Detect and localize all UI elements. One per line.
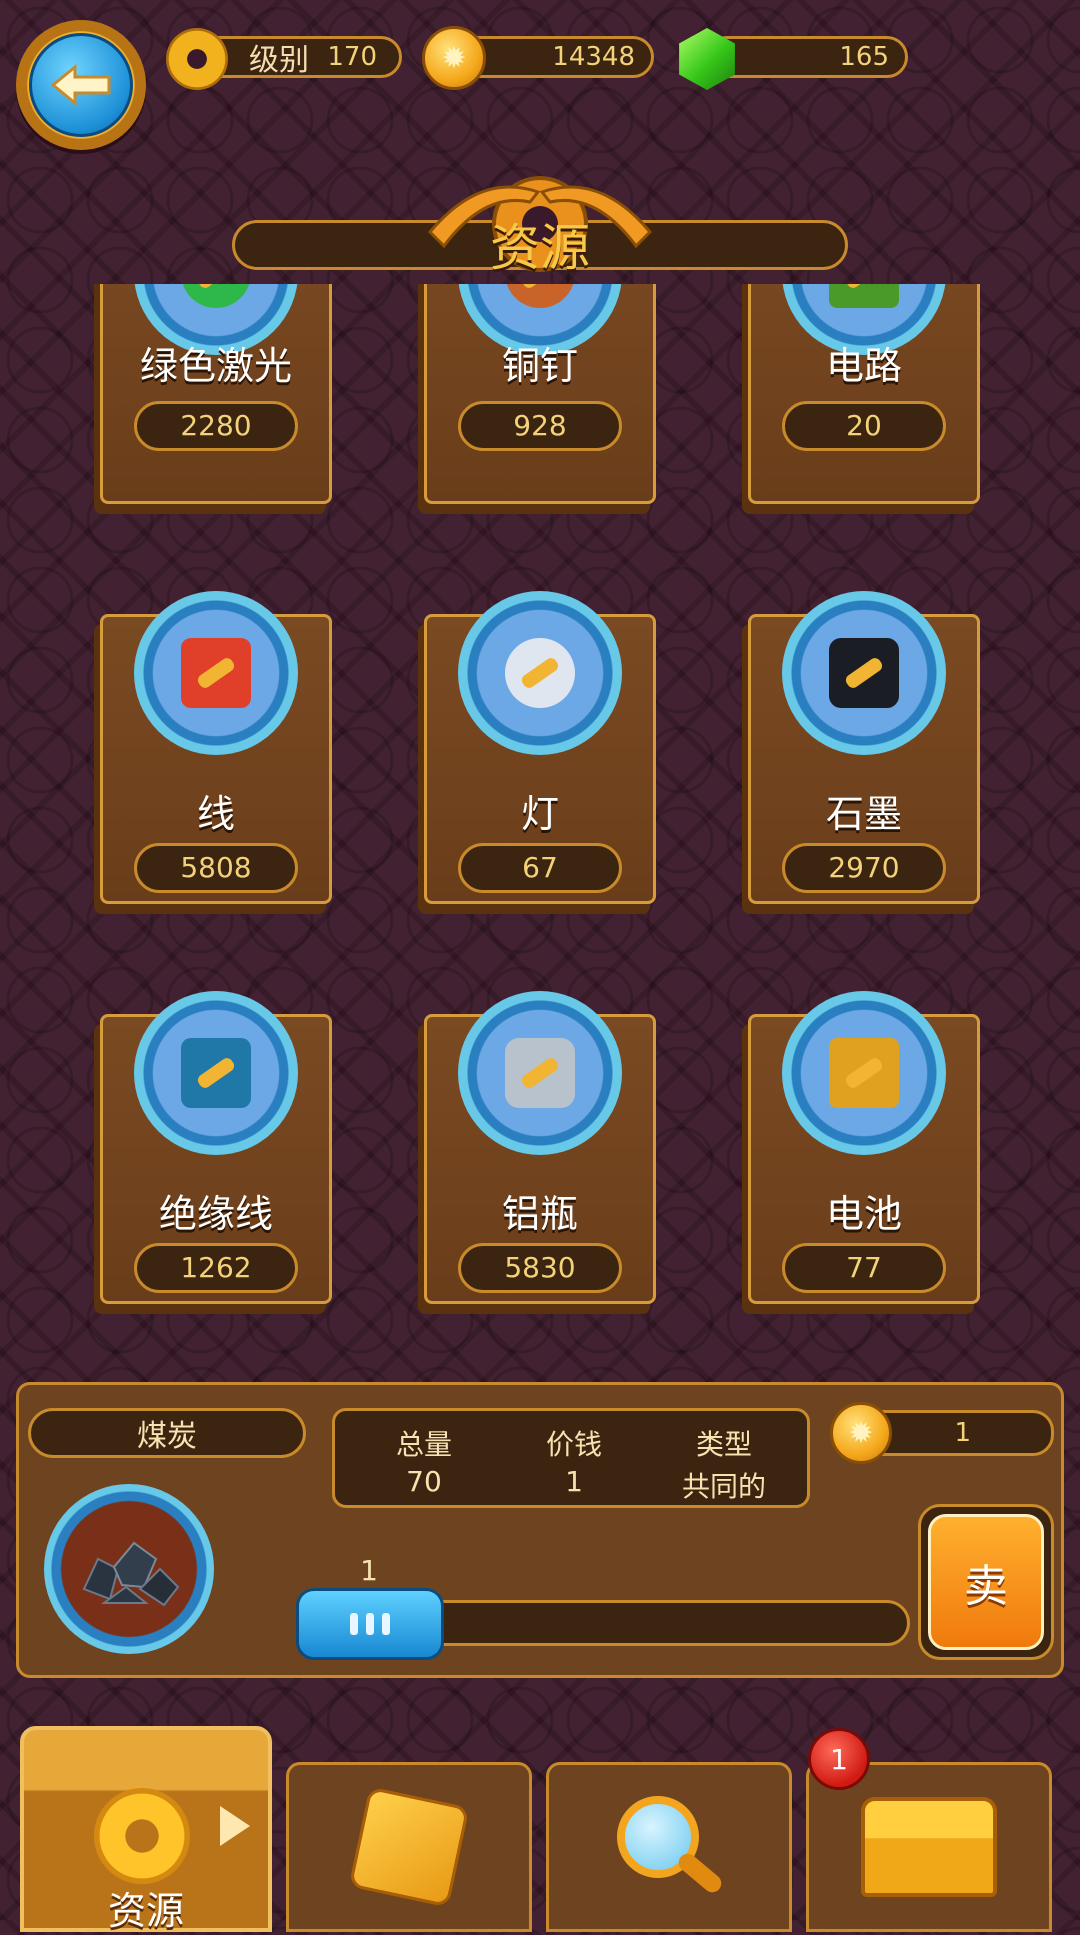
coins-value: 14348 (552, 42, 635, 72)
resource-card[interactable]: 绝缘线 1262 (100, 991, 332, 1304)
dice-icon (348, 1786, 470, 1908)
resource-count: 2970 (782, 843, 946, 893)
stat-price-label: 价钱 (545, 1428, 602, 1461)
resource-card[interactable]: 铜钉 928 (424, 284, 656, 504)
coin-icon: ✹ (422, 26, 486, 90)
resource-count: 928 (458, 401, 622, 451)
resource-name: 灯 (520, 792, 559, 836)
resource-card[interactable]: 铝瓶 5830 (424, 991, 656, 1304)
grip-icon (366, 1613, 374, 1635)
grip-icon (350, 1613, 358, 1635)
resource-name: 铝瓶 (501, 1192, 578, 1236)
thread-spool-icon (134, 591, 298, 755)
stat-total-value: 70 (406, 1465, 442, 1498)
aluminum-bottle-icon (458, 991, 622, 1155)
chest-icon (861, 1797, 997, 1897)
resource-card[interactable]: 电池 77 (748, 991, 980, 1304)
level-gear-icon (166, 28, 228, 90)
resource-count: 67 (458, 843, 622, 893)
stat-price-value: 1 (565, 1465, 583, 1498)
lightbulb-icon (458, 591, 622, 755)
graphite-icon (782, 591, 946, 755)
resource-count: 5808 (134, 843, 298, 893)
level-value: 170 (327, 42, 377, 72)
resource-count: 1262 (134, 1243, 298, 1293)
tab-dice[interactable] (286, 1762, 532, 1932)
stat-total-label: 总量 (395, 1428, 452, 1461)
magnifier-icon (609, 1792, 729, 1902)
resource-name: 电路 (825, 344, 902, 388)
back-arrow-icon (29, 33, 133, 137)
resource-name: 电池 (825, 1192, 902, 1236)
resource-card[interactable]: 线 5808 (100, 591, 332, 904)
level-label: 级别 (249, 43, 309, 78)
resource-name: 绝缘线 (158, 1192, 273, 1236)
gems-pill: 165 (706, 36, 908, 78)
stat-type-label: 类型 (695, 1428, 752, 1461)
back-button[interactable] (16, 20, 146, 150)
resource-count: 2280 (134, 401, 298, 451)
gems-value: 165 (839, 42, 889, 72)
resource-grid[interactable]: 绿色激光 2280 铜钉 928 电路 20 线 5808 灯 67 石墨 29… (0, 284, 1080, 1344)
resource-name: 线 (196, 792, 235, 836)
resource-count: 77 (782, 1243, 946, 1293)
sell-price-value: 1 (954, 1418, 971, 1448)
resource-name: 铜钉 (501, 344, 578, 388)
battery-icon (782, 991, 946, 1155)
resource-card[interactable]: 绿色激光 2280 (100, 284, 332, 504)
sell-button-label: 卖 (928, 1514, 1044, 1650)
play-arrow-icon (220, 1806, 250, 1846)
selected-resource-name: 煤炭 (28, 1408, 306, 1458)
resource-card[interactable]: 电路 20 (748, 284, 980, 504)
coin-icon: ✹ (830, 1402, 892, 1464)
resource-name: 绿色激光 (139, 344, 292, 388)
page-title: 资源 (490, 219, 590, 277)
resource-card[interactable]: 石墨 2970 (748, 591, 980, 904)
notification-badge: 1 (808, 1728, 870, 1790)
gear-icon (94, 1788, 190, 1884)
tab-search[interactable] (546, 1762, 792, 1932)
resource-name: 石墨 (825, 792, 902, 836)
tab-resources[interactable]: 资源 (20, 1726, 272, 1933)
coal-icon (44, 1484, 214, 1654)
stats-box: 总量 70 价钱 1 类型 共同的 (332, 1408, 810, 1508)
slider-handle[interactable] (296, 1588, 444, 1660)
tab-resources-label: 资源 (107, 1889, 184, 1933)
resource-count: 20 (782, 401, 946, 451)
insulated-wire-icon (134, 991, 298, 1155)
sell-button[interactable]: 卖 (918, 1504, 1054, 1660)
stat-type-value: 共同的 (681, 1470, 766, 1503)
slider-value: 1 (360, 1554, 378, 1587)
resource-card[interactable]: 灯 67 (424, 591, 656, 904)
resource-count: 5830 (458, 1243, 622, 1293)
grip-icon (382, 1613, 390, 1635)
